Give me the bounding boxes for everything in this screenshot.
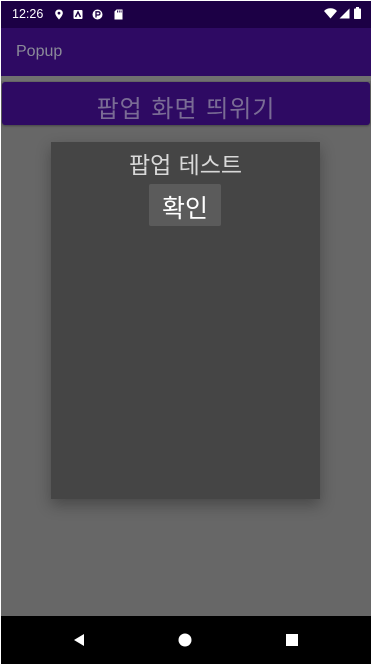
circle-p-icon [92,9,103,20]
app-title: Popup [16,43,63,60]
device-screen: 12:26 Popup 팝업 화면 띄위기 팝업 테스트 확인 [1,1,371,664]
popup-title: 팝업 테스트 [128,153,243,179]
sd-card-icon [114,9,123,20]
popup-dialog: 팝업 테스트 확인 [51,142,320,499]
location-icon [55,9,63,20]
recents-icon[interactable] [280,630,304,650]
divider [1,76,371,81]
show-popup-button-label: 팝업 화면 띄위기 [96,95,276,123]
confirm-button-label: 확인 [161,194,208,223]
battery-icon [354,7,361,19]
android-notification-icon [73,10,83,19]
status-time: 12:26 [12,7,44,21]
wifi-icon [324,8,337,19]
home-icon[interactable] [173,630,197,650]
confirm-button[interactable]: 확인 [149,184,221,226]
cellular-signal-icon [339,8,350,19]
status-bar: 12:26 [1,1,371,28]
back-icon[interactable] [67,630,91,650]
app-bar: Popup [1,28,371,76]
navigation-bar [1,616,371,664]
show-popup-button[interactable]: 팝업 화면 띄위기 [2,82,370,125]
